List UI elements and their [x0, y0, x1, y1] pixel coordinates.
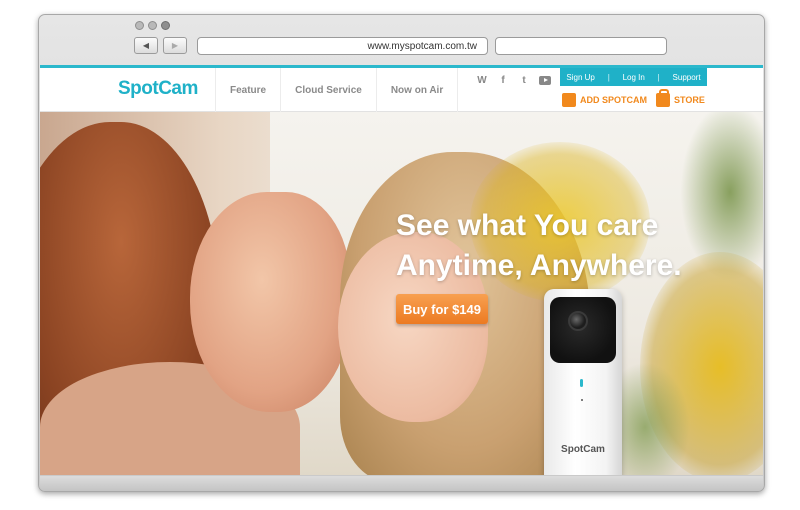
main-nav: Feature Cloud Service Now on Air [215, 68, 459, 112]
mother-face-image [190, 192, 350, 412]
login-link[interactable]: Log In [623, 73, 645, 82]
browser-status-bar [40, 476, 763, 491]
nav-feature[interactable]: Feature [215, 68, 280, 112]
site-header: SpotCam Feature Cloud Service Now on Air… [40, 68, 763, 112]
minimize-dot[interactable] [148, 21, 157, 30]
address-bar[interactable]: www.myspotcam.com.tw [197, 37, 488, 55]
search-field[interactable] [495, 37, 667, 55]
nav-cloud-service[interactable]: Cloud Service [280, 68, 376, 112]
back-arrow-icon: ◀ [142, 41, 150, 50]
url-text: www.myspotcam.com.tw [367, 40, 477, 52]
zoom-dot[interactable] [161, 21, 170, 30]
camera-brand-label: SpotCam [561, 444, 605, 455]
social-links: W f t [476, 75, 551, 86]
spotcam-logo[interactable]: SpotCam [118, 78, 198, 100]
forward-button[interactable]: ▶ [163, 37, 187, 54]
buy-button[interactable]: Buy for $149 [396, 294, 488, 324]
twitter-icon[interactable]: t [518, 75, 530, 86]
close-dot[interactable] [135, 21, 144, 30]
signup-link[interactable]: Sign Up [566, 73, 594, 82]
support-link[interactable]: Support [673, 73, 701, 82]
separator: | [657, 72, 660, 82]
add-spotcam-button[interactable]: ADD SPOTCAM [562, 93, 647, 107]
window-controls [135, 21, 170, 30]
weibo-icon[interactable]: W [476, 75, 488, 86]
camera-lens-icon [568, 311, 588, 331]
camera-front [550, 297, 616, 363]
hero-headline: See what You care Anytime, Anywhere. [396, 206, 682, 286]
separator: | [607, 72, 610, 82]
page-viewport: SpotCam Feature Cloud Service Now on Air… [40, 65, 763, 475]
microphone-dot [581, 399, 583, 401]
spotcam-camera-image: SpotCam [544, 289, 622, 475]
add-spotcam-label: ADD SPOTCAM [580, 95, 647, 105]
shopping-bag-icon [656, 89, 670, 107]
youtube-icon[interactable] [539, 76, 551, 85]
forward-arrow-icon: ▶ [171, 41, 179, 50]
add-camera-icon [562, 93, 576, 107]
browser-window: ◀ ▶ www.myspotcam.com.tw SpotCam Feature… [38, 14, 765, 492]
status-led [580, 379, 583, 387]
headline-line-1: See what You care [396, 209, 659, 242]
headline-line-2: Anytime, Anywhere. [396, 249, 682, 282]
nav-now-on-air[interactable]: Now on Air [375, 68, 459, 112]
hero-banner: See what You care Anytime, Anywhere. Buy… [40, 112, 763, 475]
store-label: STORE [674, 95, 705, 105]
facebook-icon[interactable]: f [497, 75, 509, 86]
store-button[interactable]: STORE [656, 89, 705, 107]
back-button[interactable]: ◀ [134, 37, 158, 54]
account-bar: Sign Up | Log In | Support [560, 68, 707, 86]
